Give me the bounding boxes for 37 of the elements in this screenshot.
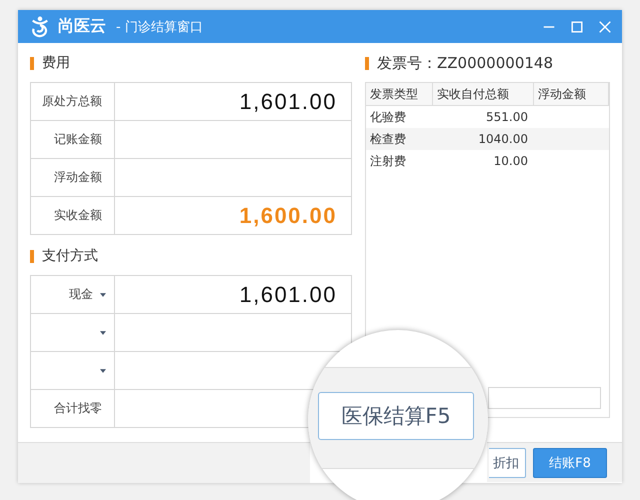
app-name: 尚医云 bbox=[58, 16, 106, 37]
column-header: 实收自付总额 bbox=[433, 83, 534, 105]
column-header: 发票类型 bbox=[366, 83, 433, 105]
table-cell-text: 化验费 bbox=[369, 108, 407, 126]
table-cell-text: 检查费 bbox=[369, 130, 407, 148]
invoice-number: 发票号：ZZ0000000148 bbox=[377, 54, 553, 72]
payment-field[interactable]: 1,601.00 bbox=[115, 276, 351, 313]
caret-icon bbox=[100, 330, 106, 334]
maximize-icon[interactable] bbox=[570, 20, 584, 34]
fee-label: 实收金额 bbox=[31, 197, 115, 234]
fee-label: 记账金额 bbox=[31, 121, 115, 158]
table-cell-text: 551.00 bbox=[485, 109, 529, 126]
column-header: 浮动金额 bbox=[534, 83, 609, 105]
caret-icon bbox=[100, 292, 106, 296]
table-cell-text: 1040.00 bbox=[477, 131, 529, 148]
logo-icon bbox=[30, 16, 50, 38]
fee-label: 原处方总额 bbox=[31, 83, 115, 120]
section-marker bbox=[30, 250, 34, 262]
payment-label: 合计找零 bbox=[31, 390, 115, 427]
fee-label: 浮动金额 bbox=[31, 159, 115, 196]
caret-icon bbox=[100, 368, 106, 372]
amount-value: 1,601.00 bbox=[239, 282, 337, 308]
table-cell-text: 注射费 bbox=[369, 152, 407, 170]
discount-button[interactable]: 折扣 bbox=[489, 448, 526, 478]
amount-value: 1,600.00 bbox=[239, 202, 337, 228]
close-icon[interactable] bbox=[598, 20, 612, 34]
section-marker bbox=[30, 56, 34, 70]
fee-field[interactable]: 1,601.00 bbox=[115, 83, 351, 120]
insurance-settle-button[interactable]: 医保结算F5 bbox=[318, 392, 474, 440]
section-marker bbox=[365, 56, 369, 70]
table-cell-text: 10.00 bbox=[492, 153, 529, 170]
input-field[interactable] bbox=[488, 387, 601, 409]
section-heading: 费用 bbox=[42, 54, 70, 72]
window-title: - 门诊结算窗口 bbox=[116, 18, 203, 36]
section-heading: 支付方式 bbox=[42, 247, 98, 265]
payment-method-dropdown[interactable]: 现金 bbox=[31, 276, 115, 313]
amount-value: 1,601.00 bbox=[239, 88, 337, 114]
